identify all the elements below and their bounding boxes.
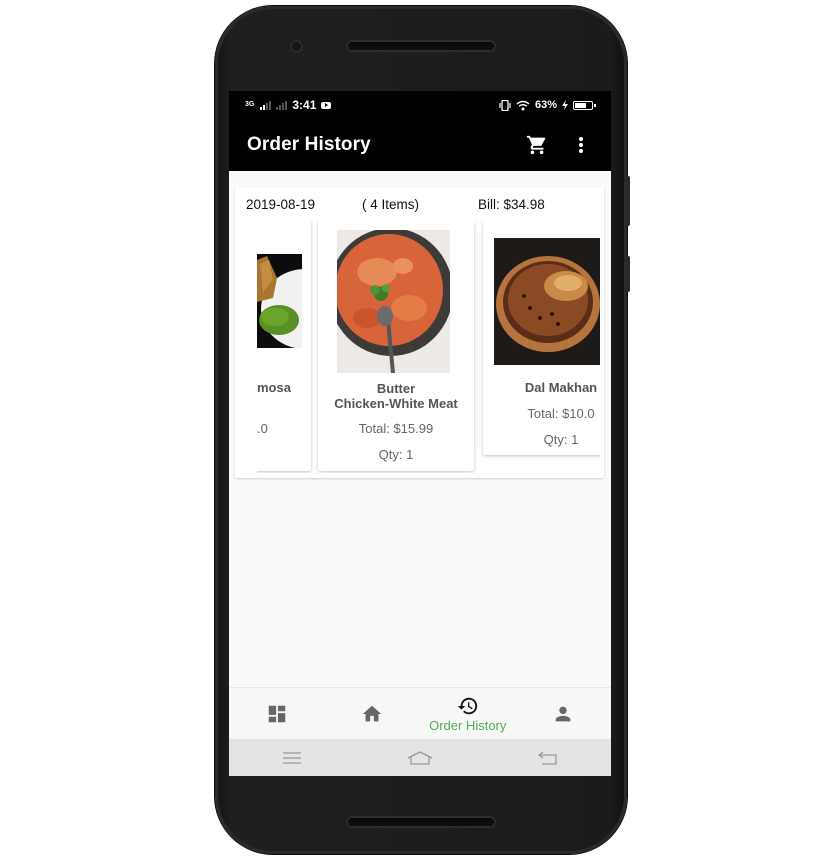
order-item-card[interactable]: Dal Makhan Total: $10.0 Qty: 1 bbox=[483, 221, 600, 455]
page-title: Order History bbox=[247, 134, 371, 155]
bottom-navigation: Order History bbox=[229, 687, 611, 740]
clock: 3:41 bbox=[292, 98, 317, 112]
charging-icon bbox=[562, 100, 568, 110]
butter-chicken-image bbox=[337, 230, 450, 373]
app-bar: Order History bbox=[229, 119, 611, 171]
order-item-card[interactable]: mosa .0 bbox=[257, 221, 311, 471]
vibrate-icon bbox=[499, 99, 511, 111]
history-icon bbox=[457, 697, 477, 715]
home-icon bbox=[363, 705, 382, 722]
system-navigation-bar bbox=[229, 739, 611, 776]
dal-makhani-image bbox=[494, 238, 600, 365]
signal-icon bbox=[260, 100, 272, 110]
nav-account[interactable] bbox=[516, 688, 612, 740]
front-camera bbox=[290, 40, 303, 53]
nav-home[interactable] bbox=[325, 688, 421, 740]
power-button bbox=[626, 256, 630, 292]
cart-icon[interactable] bbox=[525, 133, 549, 157]
item-name: Butter Chicken-White Meat bbox=[318, 381, 474, 411]
item-qty: Qty: 1 bbox=[543, 432, 579, 447]
item-total: .0 bbox=[257, 421, 268, 436]
nav-order-history-label: Order History bbox=[429, 718, 507, 733]
nav-order-history[interactable]: Order History bbox=[420, 688, 516, 740]
order-header: 2019-08-19 ( 4 Items) Bill: $34.98 bbox=[235, 197, 604, 217]
signal-icon-2 bbox=[276, 100, 288, 110]
item-name: Dal Makhan bbox=[524, 380, 598, 395]
bottom-speaker bbox=[346, 816, 496, 828]
battery-icon bbox=[573, 100, 596, 110]
account-icon bbox=[555, 706, 571, 722]
samosa-image bbox=[257, 254, 302, 348]
item-name-line2: Chicken-White Meat bbox=[334, 396, 458, 411]
order-items-count: ( 4 Items) bbox=[362, 197, 420, 212]
youtube-notification-icon bbox=[321, 101, 332, 109]
app-screen: 3G 3:41 63% Order History 2019-08-19 (4… bbox=[229, 91, 611, 776]
item-total: Total: $15.99 bbox=[358, 421, 434, 436]
order-item-card[interactable]: Butter Chicken-White Meat Total: $15.99 … bbox=[318, 221, 474, 471]
order-date: 2019-08-19 bbox=[246, 197, 316, 212]
menu-icon[interactable] bbox=[282, 751, 302, 764]
network-type: 3G bbox=[245, 101, 255, 108]
wifi-icon bbox=[516, 100, 530, 110]
volume-button bbox=[626, 176, 630, 226]
back-icon[interactable] bbox=[538, 750, 558, 765]
item-qty: Qty: 1 bbox=[378, 447, 414, 462]
item-name: mosa bbox=[257, 380, 291, 395]
battery-percent: 63% bbox=[534, 99, 557, 111]
dashboard-icon bbox=[268, 705, 285, 723]
nav-dashboard[interactable] bbox=[229, 688, 325, 740]
item-name-line1: Butter bbox=[376, 381, 416, 396]
more-vert-icon[interactable] bbox=[569, 133, 593, 157]
order-items-carousel[interactable]: mosa .0 Butter Chicken-White Meat Total:… bbox=[257, 221, 600, 473]
order-card[interactable]: 2019-08-19 ( 4 Items) Bill: $34.98 mosa … bbox=[235, 187, 604, 478]
earpiece-speaker bbox=[346, 40, 496, 52]
status-bar: 3G 3:41 63% bbox=[229, 91, 611, 119]
item-total: Total: $10.0 bbox=[527, 406, 595, 421]
home-button-icon[interactable] bbox=[407, 750, 433, 765]
order-bill: Bill: $34.98 bbox=[478, 197, 545, 212]
